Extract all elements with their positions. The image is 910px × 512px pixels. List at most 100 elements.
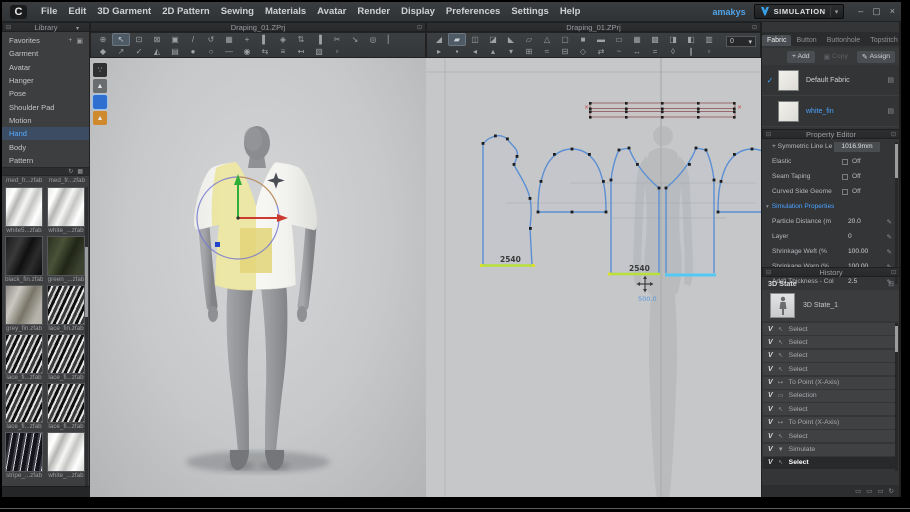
fabric-thumbnail[interactable]: lace_fi...zfab bbox=[5, 334, 43, 381]
library-item-hanger[interactable]: Hanger bbox=[2, 74, 89, 87]
fabric-thumbnail[interactable]: stripe_...zfab bbox=[5, 432, 43, 479]
tool-icon[interactable]: ◎ bbox=[365, 34, 381, 45]
simulation-mode-button[interactable]: SIMULATION ▾ bbox=[754, 4, 845, 19]
fabric-row-default[interactable]: ✓ Default Fabric ▤ bbox=[762, 65, 900, 96]
menu-settings[interactable]: Settings bbox=[511, 6, 548, 17]
tool-icon[interactable]: ▩ bbox=[647, 34, 663, 45]
menu-3d-garment[interactable]: 3D Garment bbox=[97, 6, 151, 17]
tool-icon[interactable]: ▰ bbox=[449, 34, 465, 45]
fabric-properties-icon[interactable]: ▤ bbox=[887, 107, 894, 115]
checkbox[interactable] bbox=[842, 174, 848, 180]
tool-icon[interactable]: ▧ bbox=[311, 46, 327, 57]
checkbox[interactable] bbox=[842, 189, 848, 195]
tool-icon[interactable]: ▤ bbox=[167, 46, 183, 57]
panel-collapse-icon[interactable]: ⊟ bbox=[766, 131, 771, 138]
panel-collapse-icon[interactable]: ⊟ bbox=[766, 269, 771, 276]
viewport-2d[interactable]: × × 2540 bbox=[426, 58, 761, 497]
fabric-thumbnail[interactable]: grey_fin.zfab bbox=[5, 285, 43, 332]
tool-icon[interactable]: ○ bbox=[203, 46, 219, 57]
tool-icon[interactable]: ↗ bbox=[113, 46, 129, 57]
tool-icon[interactable]: ◈ bbox=[275, 34, 291, 45]
edit-icon[interactable]: ✎ bbox=[887, 248, 892, 256]
collar-band-pieces[interactable]: × × bbox=[584, 102, 742, 119]
grid-view-icon[interactable]: ▦ bbox=[77, 168, 83, 175]
checkbox[interactable] bbox=[842, 159, 848, 165]
library-item-shoulder-pad[interactable]: Shoulder Pad bbox=[2, 100, 89, 113]
chevron-down-icon[interactable]: ▾ bbox=[76, 25, 79, 32]
history-entry[interactable]: V↖Select bbox=[763, 403, 895, 415]
tool-icon[interactable]: — bbox=[221, 46, 237, 57]
add-fabric-button[interactable]: + Add bbox=[787, 51, 815, 63]
property-row-seam-taping[interactable]: Seam TapingOff bbox=[762, 169, 900, 184]
avatar-display-toggle-icon[interactable]: ▲ bbox=[93, 111, 107, 125]
tool-icon[interactable]: ● bbox=[185, 46, 201, 57]
property-row-particle-distance[interactable]: Particle Distance (m20.0✎ bbox=[762, 214, 900, 229]
tool-icon[interactable]: ◢ bbox=[431, 34, 447, 45]
tool-icon[interactable]: ◇ bbox=[575, 46, 591, 57]
edit-icon[interactable]: ✎ bbox=[887, 218, 892, 226]
pattern-piece-sleeve-left[interactable] bbox=[537, 148, 608, 214]
tool-icon[interactable]: ◨ bbox=[665, 34, 681, 45]
copy-fabric-button[interactable]: ▣Copy bbox=[819, 51, 853, 63]
fabric-thumbnail[interactable]: lace_fi...zfab bbox=[47, 383, 85, 430]
tool-icon[interactable]: ◂ bbox=[467, 46, 483, 57]
tool-icon[interactable]: ⊕ bbox=[95, 34, 111, 45]
tool-icon[interactable]: ▥ bbox=[701, 34, 717, 45]
tool-icon[interactable]: △ bbox=[539, 34, 555, 45]
tool-icon[interactable]: ▣ bbox=[167, 34, 183, 45]
tool-icon[interactable]: ▦ bbox=[629, 34, 645, 45]
menu-file[interactable]: File bbox=[41, 6, 57, 17]
username[interactable]: amakys bbox=[713, 7, 746, 17]
expand-panel-icon[interactable]: ⊡ bbox=[417, 24, 422, 31]
property-row-curved-side[interactable]: Curved Side GeomeOff bbox=[762, 184, 900, 199]
layout-icon[interactable]: ▭ bbox=[855, 487, 861, 495]
assign-fabric-button[interactable]: ✎Assign bbox=[857, 51, 895, 63]
show-avatar-toggle-icon[interactable]: ∵ bbox=[93, 63, 107, 77]
gizmo-z-handle[interactable] bbox=[215, 242, 220, 247]
add-folder-icon[interactable]: ▣ bbox=[76, 37, 83, 45]
fabric-thumbnail[interactable]: lace_fi...zfab bbox=[47, 334, 85, 381]
tool-icon[interactable]: ≈ bbox=[539, 46, 555, 57]
tool-icon[interactable]: ■ bbox=[575, 34, 591, 45]
fabric-thumbnail[interactable]: white_...zfab bbox=[47, 187, 85, 234]
tool-icon[interactable]: ◉ bbox=[239, 46, 255, 57]
tool-icon[interactable]: ▾ bbox=[503, 46, 519, 57]
tool-icon[interactable]: ▫ bbox=[701, 46, 717, 57]
tool-icon[interactable]: ▪ bbox=[449, 46, 465, 57]
history-state-item[interactable]: 3D State_1 bbox=[762, 290, 900, 321]
tool-icon[interactable]: ◭ bbox=[149, 46, 165, 57]
library-panel-header[interactable]: ⊟ Library ▾ bbox=[2, 22, 90, 32]
viewport2d-title-bar[interactable]: Draping_01.ZPrj ⊡ bbox=[426, 22, 761, 32]
add-icon[interactable]: + bbox=[68, 37, 72, 45]
property-value[interactable]: 1016.9mm bbox=[834, 142, 880, 152]
chevron-down-icon[interactable]: ▾ bbox=[835, 8, 839, 16]
history-entry[interactable]: V▼Simulate bbox=[763, 444, 895, 456]
menu-display[interactable]: Display bbox=[401, 6, 435, 17]
tool-icon[interactable]: ↺ bbox=[203, 34, 219, 45]
panel-collapse-icon[interactable]: ⊟ bbox=[6, 24, 11, 31]
tool-icon[interactable]: ▱ bbox=[521, 34, 537, 45]
fabric-thumbnail[interactable]: lace_fi...zfab bbox=[5, 383, 43, 430]
tool-icon[interactable]: ▫ bbox=[329, 46, 345, 57]
app-logo-icon[interactable]: C bbox=[10, 5, 27, 19]
library-item-avatar[interactable]: Avatar bbox=[2, 61, 89, 74]
fabric-thumbnail[interactable]: white_...zfab bbox=[47, 432, 85, 479]
history-entry[interactable]: V↦To Point (X-Axis) bbox=[763, 417, 895, 429]
tool-icon[interactable]: ▭ bbox=[611, 34, 627, 45]
library-item-favorites[interactable]: Favorites +▣ bbox=[2, 34, 89, 47]
history-entry-active[interactable]: V↖Select bbox=[763, 457, 895, 469]
menu-render[interactable]: Render bbox=[357, 6, 390, 17]
expand-panel-icon[interactable]: ⊡ bbox=[891, 131, 896, 138]
menu-sewing[interactable]: Sewing bbox=[221, 6, 254, 17]
tool-icon[interactable]: ↤ bbox=[293, 46, 309, 57]
show-garment-toggle-icon[interactable]: ▲ bbox=[93, 79, 107, 93]
tool-icon[interactable]: ▏ bbox=[383, 34, 399, 45]
tool-icon[interactable]: ⊟ bbox=[557, 46, 573, 57]
tool-icon[interactable]: ◪ bbox=[485, 34, 501, 45]
pattern-piece-back[interactable]: 2540 bbox=[480, 135, 535, 268]
maximize-button[interactable]: ▢ bbox=[872, 6, 881, 17]
fabric-properties-icon[interactable]: ▤ bbox=[887, 76, 894, 84]
section-simulation-properties[interactable]: ▾ Simulation Properties bbox=[762, 199, 900, 214]
tool-icon[interactable]: ▢ bbox=[557, 34, 573, 45]
edit-icon[interactable]: ✎ bbox=[887, 233, 892, 241]
